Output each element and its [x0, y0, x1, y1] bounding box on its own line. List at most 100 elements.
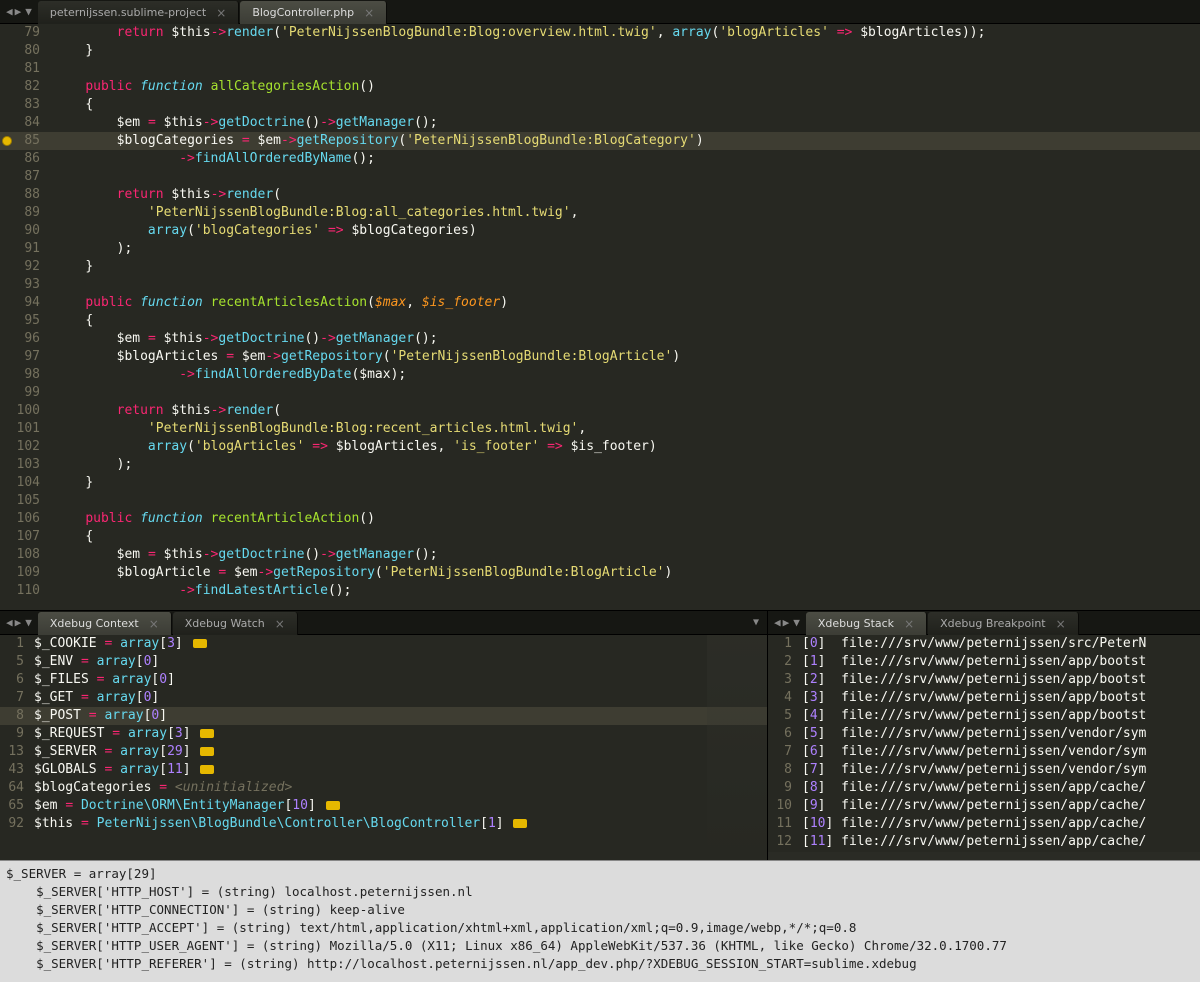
- code-content[interactable]: );: [54, 456, 1200, 474]
- code-editor[interactable]: 79 return $this->render('PeterNijssenBlo…: [0, 24, 1200, 610]
- stack-row[interactable]: 1[0] file:///srv/www/peternijssen/src/Pe…: [768, 635, 1200, 653]
- tab-xdebug-watch[interactable]: Xdebug Watch ×: [173, 612, 298, 636]
- code-line[interactable]: 95 {: [0, 312, 1200, 330]
- code-line[interactable]: 106 public function recentArticleAction(…: [0, 510, 1200, 528]
- code-line[interactable]: 96 $em = $this->getDoctrine()->getManage…: [0, 330, 1200, 348]
- breakpoint-icon[interactable]: [2, 136, 12, 146]
- context-row[interactable]: 5$_ENV = array[0]: [0, 653, 767, 671]
- code-line[interactable]: 83 {: [0, 96, 1200, 114]
- scrollbar-horizontal[interactable]: [768, 852, 1200, 860]
- code-content[interactable]: [54, 384, 1200, 402]
- code-line[interactable]: 88 return $this->render(: [0, 186, 1200, 204]
- code-content[interactable]: }: [54, 42, 1200, 60]
- code-content[interactable]: public function recentArticleAction(): [54, 510, 1200, 528]
- code-line[interactable]: 97 $blogArticles = $em->getRepository('P…: [0, 348, 1200, 366]
- context-row[interactable]: 64$blogCategories = <uninitialized>: [0, 779, 767, 797]
- close-icon[interactable]: ×: [275, 617, 285, 631]
- close-icon[interactable]: ×: [364, 6, 374, 20]
- output-console[interactable]: $_SERVER = array[29] $_SERVER['HTTP_HOST…: [0, 860, 1200, 982]
- code-content[interactable]: [54, 60, 1200, 78]
- code-line[interactable]: 79 return $this->render('PeterNijssenBlo…: [0, 24, 1200, 42]
- code-content[interactable]: [54, 492, 1200, 510]
- stack-row[interactable]: 5[4] file:///srv/www/peternijssen/app/bo…: [768, 707, 1200, 725]
- code-content[interactable]: public function recentArticlesAction($ma…: [54, 294, 1200, 312]
- code-content[interactable]: $blogCategories = $em->getRepository('Pe…: [54, 132, 1200, 150]
- code-content[interactable]: return $this->render(: [54, 186, 1200, 204]
- code-line[interactable]: 102 array('blogArticles' => $blogArticle…: [0, 438, 1200, 456]
- code-line[interactable]: 94 public function recentArticlesAction(…: [0, 294, 1200, 312]
- code-content[interactable]: ->findLatestArticle();: [54, 582, 1200, 600]
- context-row[interactable]: 1$_COOKIE = array[3]: [0, 635, 767, 653]
- nav-back-icon[interactable]: ◀: [6, 5, 13, 18]
- code-line[interactable]: 105: [0, 492, 1200, 510]
- code-line[interactable]: 99: [0, 384, 1200, 402]
- nav-back-icon[interactable]: ◀: [774, 616, 781, 629]
- nav-back-icon[interactable]: ◀: [6, 616, 13, 629]
- code-content[interactable]: );: [54, 240, 1200, 258]
- stack-row[interactable]: 4[3] file:///srv/www/peternijssen/app/bo…: [768, 689, 1200, 707]
- code-line[interactable]: 104 }: [0, 474, 1200, 492]
- tab-blogcontroller[interactable]: BlogController.php ×: [240, 1, 387, 25]
- code-line[interactable]: 93: [0, 276, 1200, 294]
- code-line[interactable]: 80 }: [0, 42, 1200, 60]
- code-line[interactable]: 82 public function allCategoriesAction(): [0, 78, 1200, 96]
- tab-xdebug-context[interactable]: Xdebug Context ×: [38, 612, 172, 636]
- context-row[interactable]: 65$em = Doctrine\ORM\EntityManager[10]: [0, 797, 767, 815]
- nav-dropdown-icon[interactable]: ▼: [25, 616, 32, 629]
- xdebug-context-view[interactable]: 1$_COOKIE = array[3] 5$_ENV = array[0]6$…: [0, 635, 767, 860]
- stack-row[interactable]: 9[8] file:///srv/www/peternijssen/app/ca…: [768, 779, 1200, 797]
- code-line[interactable]: 108 $em = $this->getDoctrine()->getManag…: [0, 546, 1200, 564]
- code-line[interactable]: 90 array('blogCategories' => $blogCatego…: [0, 222, 1200, 240]
- code-content[interactable]: {: [54, 528, 1200, 546]
- close-icon[interactable]: ×: [904, 617, 914, 631]
- code-line[interactable]: 109 $blogArticle = $em->getRepository('P…: [0, 564, 1200, 582]
- code-content[interactable]: $em = $this->getDoctrine()->getManager()…: [54, 330, 1200, 348]
- code-line[interactable]: 92 }: [0, 258, 1200, 276]
- close-icon[interactable]: ×: [1056, 617, 1066, 631]
- close-icon[interactable]: ×: [216, 6, 226, 20]
- code-content[interactable]: array('blogCategories' => $blogCategorie…: [54, 222, 1200, 240]
- nav-dropdown-icon[interactable]: ▼: [25, 5, 32, 18]
- code-content[interactable]: }: [54, 258, 1200, 276]
- code-line[interactable]: 89 'PeterNijssenBlogBundle:Blog:all_cate…: [0, 204, 1200, 222]
- code-content[interactable]: return $this->render('PeterNijssenBlogBu…: [54, 24, 1200, 42]
- context-row[interactable]: 13$_SERVER = array[29]: [0, 743, 767, 761]
- context-row[interactable]: 7$_GET = array[0]: [0, 689, 767, 707]
- stack-row[interactable]: 6[5] file:///srv/www/peternijssen/vendor…: [768, 725, 1200, 743]
- panel-menu-icon[interactable]: ▼: [745, 617, 767, 628]
- xdebug-stack-view[interactable]: 1[0] file:///srv/www/peternijssen/src/Pe…: [768, 635, 1200, 852]
- code-content[interactable]: {: [54, 96, 1200, 114]
- context-row[interactable]: 43$GLOBALS = array[11]: [0, 761, 767, 779]
- context-row[interactable]: 8$_POST = array[0]: [0, 707, 767, 725]
- nav-forward-icon[interactable]: ▶: [15, 616, 22, 629]
- stack-row[interactable]: 10[9] file:///srv/www/peternijssen/app/c…: [768, 797, 1200, 815]
- code-content[interactable]: ->findAllOrderedByName();: [54, 150, 1200, 168]
- stack-row[interactable]: 3[2] file:///srv/www/peternijssen/app/bo…: [768, 671, 1200, 689]
- stack-row[interactable]: 2[1] file:///srv/www/peternijssen/app/bo…: [768, 653, 1200, 671]
- code-content[interactable]: array('blogArticles' => $blogArticles, '…: [54, 438, 1200, 456]
- code-line[interactable]: 91 );: [0, 240, 1200, 258]
- code-line[interactable]: 84 $em = $this->getDoctrine()->getManage…: [0, 114, 1200, 132]
- code-content[interactable]: $blogArticles = $em->getRepository('Pete…: [54, 348, 1200, 366]
- code-content[interactable]: }: [54, 474, 1200, 492]
- code-content[interactable]: [54, 168, 1200, 186]
- code-line[interactable]: 103 );: [0, 456, 1200, 474]
- tab-project[interactable]: peternijssen.sublime-project ×: [38, 1, 239, 25]
- stack-row[interactable]: 12[11] file:///srv/www/peternijssen/app/…: [768, 833, 1200, 851]
- nav-forward-icon[interactable]: ▶: [783, 616, 790, 629]
- code-content[interactable]: return $this->render(: [54, 402, 1200, 420]
- code-content[interactable]: $em = $this->getDoctrine()->getManager()…: [54, 546, 1200, 564]
- stack-row[interactable]: 11[10] file:///srv/www/peternijssen/app/…: [768, 815, 1200, 833]
- code-line[interactable]: 101 'PeterNijssenBlogBundle:Blog:recent_…: [0, 420, 1200, 438]
- tab-xdebug-breakpoint[interactable]: Xdebug Breakpoint ×: [928, 612, 1079, 636]
- code-line[interactable]: 98 ->findAllOrderedByDate($max);: [0, 366, 1200, 384]
- code-content[interactable]: $em = $this->getDoctrine()->getManager()…: [54, 114, 1200, 132]
- code-content[interactable]: {: [54, 312, 1200, 330]
- code-line[interactable]: 86 ->findAllOrderedByName();: [0, 150, 1200, 168]
- code-line[interactable]: 81: [0, 60, 1200, 78]
- stack-row[interactable]: 7[6] file:///srv/www/peternijssen/vendor…: [768, 743, 1200, 761]
- code-line[interactable]: 107 {: [0, 528, 1200, 546]
- code-line[interactable]: 100 return $this->render(: [0, 402, 1200, 420]
- code-content[interactable]: 'PeterNijssenBlogBundle:Blog:recent_arti…: [54, 420, 1200, 438]
- stack-row[interactable]: 8[7] file:///srv/www/peternijssen/vendor…: [768, 761, 1200, 779]
